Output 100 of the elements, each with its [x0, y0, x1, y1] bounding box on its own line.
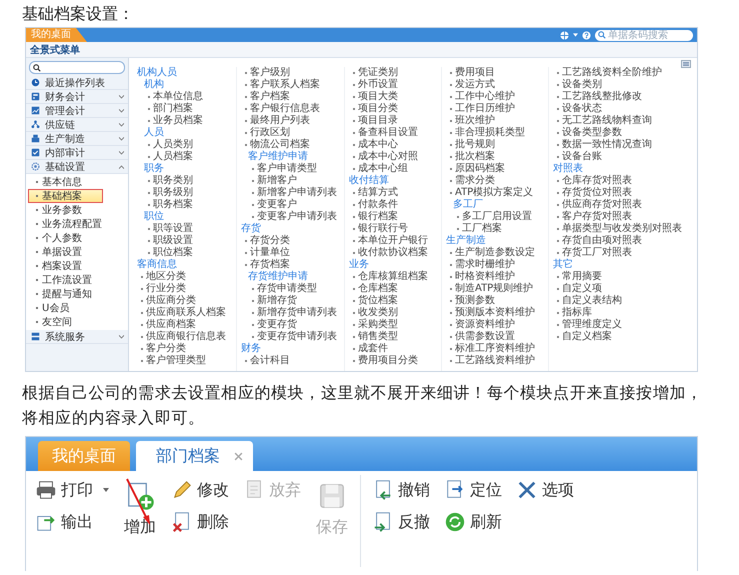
menu-item[interactable]: 设备类别: [557, 79, 602, 91]
menu-item[interactable]: 客户联系人档案: [245, 79, 320, 91]
menu-item[interactable]: 备查科目设置: [353, 127, 418, 139]
menu-item[interactable]: 自定义项: [557, 283, 602, 295]
toolbar-button[interactable]: 刷新: [441, 507, 505, 537]
menu-item[interactable]: 工艺路线资料全阶维护: [557, 67, 662, 79]
menu-item[interactable]: 批号规则: [450, 139, 495, 151]
menu-item[interactable]: 标准工序资料维护: [450, 343, 535, 355]
menu-item[interactable]: 职等设置: [148, 223, 193, 235]
menu-item[interactable]: 非合理损耗类型: [450, 127, 525, 139]
sidebar-item[interactable]: 生产制造: [26, 132, 128, 146]
sidebar-item[interactable]: 最近操作列表: [26, 76, 128, 90]
menu-item[interactable]: 人员类别: [148, 139, 193, 151]
menu-item[interactable]: 变更存货: [252, 319, 297, 331]
sidebar-item[interactable]: 基础设置: [26, 160, 128, 174]
menu-item[interactable]: 变更客户: [252, 199, 297, 211]
menu-item[interactable]: 存货自由项对照表: [557, 235, 642, 247]
menu-item[interactable]: 供应商联系人档案: [141, 307, 226, 319]
menu-item[interactable]: 客户管理类型: [141, 355, 206, 367]
menu-item[interactable]: 工作中心维护: [450, 91, 515, 103]
menu-item[interactable]: 最终用户列表: [245, 115, 310, 127]
menu-item[interactable]: 客户银行信息表: [245, 103, 320, 115]
menu-item[interactable]: 人员档案: [148, 151, 193, 163]
menu-item[interactable]: 收发类别: [353, 307, 398, 319]
menu-item[interactable]: 付款条件: [353, 199, 398, 211]
close-icon[interactable]: [234, 452, 243, 460]
sidebar-subitem[interactable]: 档案设置: [26, 259, 128, 273]
menu-item[interactable]: 无工艺路线物料查询: [557, 115, 652, 127]
menu-item[interactable]: 销售类型: [353, 331, 398, 343]
help-icon[interactable]: [582, 30, 591, 40]
menu-item[interactable]: 项目分类: [353, 103, 398, 115]
menu-item[interactable]: 成套件: [353, 343, 388, 355]
menu-item[interactable]: 行业分类: [141, 283, 186, 295]
toolbar-button[interactable]: 修改: [168, 475, 232, 505]
toolbar-button[interactable]: 删除: [168, 507, 232, 537]
menu-item[interactable]: 本单位信息: [148, 91, 203, 103]
toolbar-button[interactable]: 定位: [441, 475, 505, 505]
menu-item[interactable]: 时格资料维护: [450, 271, 515, 283]
menu-item[interactable]: 收付款协议档案: [353, 247, 428, 259]
menu-item[interactable]: 存货货位对照表: [557, 187, 632, 199]
menu-item[interactable]: 项目大类: [353, 91, 398, 103]
menu-item[interactable]: 行政区划: [245, 127, 290, 139]
menu-item[interactable]: 多工厂启用设置: [457, 211, 532, 223]
sidebar-subitem[interactable]: 业务参数: [26, 203, 128, 217]
sidebar-subitem[interactable]: 单据设置: [26, 245, 128, 259]
menu-item[interactable]: 工作日历维护: [450, 103, 515, 115]
menu-item[interactable]: 本单位开户银行: [353, 235, 428, 247]
menu-item[interactable]: 银行档案: [353, 211, 398, 223]
menu-item[interactable]: 供应商存货对照表: [557, 199, 642, 211]
toolbar-button[interactable]: 打印: [32, 475, 112, 505]
menu-item[interactable]: 工厂档案: [457, 223, 502, 235]
menu-item[interactable]: 工艺路线整批修改: [557, 91, 642, 103]
menu-item[interactable]: 管理维度定义: [557, 319, 622, 331]
menu-item[interactable]: 预测版本资料维护: [450, 307, 535, 319]
menu-item[interactable]: 计量单位: [245, 247, 290, 259]
menu-item[interactable]: 常用摘要: [557, 271, 602, 283]
menu-item[interactable]: 预测参数: [450, 295, 495, 307]
menu-item[interactable]: 设备状态: [557, 103, 602, 115]
menu-item[interactable]: 自定义表结构: [557, 295, 622, 307]
sidebar-subitem[interactable]: 基本信息: [26, 175, 128, 189]
toolbar-button[interactable]: 反撤: [369, 507, 433, 537]
search-field[interactable]: [29, 61, 125, 74]
menu-item[interactable]: 存货工厂对照表: [557, 247, 632, 259]
menu-item[interactable]: 变更客户申请列表: [252, 211, 337, 223]
sidebar-subitem[interactable]: 个人参数: [26, 231, 128, 245]
menu-item[interactable]: 资源资料维护: [450, 319, 515, 331]
caret-icon[interactable]: [103, 488, 109, 492]
menu-item[interactable]: 工艺路线资料维护: [450, 355, 535, 367]
menu-item[interactable]: 客户分类: [141, 343, 186, 355]
menu-item[interactable]: 原因码档案: [450, 163, 505, 175]
sidebar-item[interactable]: 管理会计: [26, 104, 128, 118]
sidebar-subitem[interactable]: 友空间: [26, 315, 128, 329]
tab[interactable]: 部门档案: [136, 441, 253, 471]
menu-item[interactable]: 存货档案: [245, 259, 290, 271]
menu-item[interactable]: 存货分类: [245, 235, 290, 247]
menu-item[interactable]: 外币设置: [353, 79, 398, 91]
sidebar-subitem[interactable]: 基础档案: [28, 189, 103, 203]
toolbar-button[interactable]: 输出: [32, 507, 112, 537]
menu-item[interactable]: 仓库存货对照表: [557, 175, 632, 187]
sidebar-subitem[interactable]: 业务流程配置: [26, 217, 128, 231]
menu-item[interactable]: 物流公司档案: [245, 139, 310, 151]
menu-item[interactable]: ATP模拟方案定义: [450, 187, 534, 199]
menu-item[interactable]: 发运方式: [450, 79, 495, 91]
menu-item[interactable]: 变更存货申请列表: [252, 331, 337, 343]
menu-item[interactable]: 职务类别: [148, 175, 193, 187]
menu-item[interactable]: 部门档案: [148, 103, 193, 115]
menu-item[interactable]: 客户申请类型: [252, 163, 317, 175]
toolbar-button[interactable]: 增加: [120, 475, 160, 544]
menu-item[interactable]: 银行联行号: [353, 223, 408, 235]
menu-item[interactable]: 需求分类: [450, 175, 495, 187]
menu-item[interactable]: 指标库: [557, 307, 592, 319]
menu-item[interactable]: 业务员档案: [148, 115, 203, 127]
menu-item[interactable]: 客户存货对照表: [557, 211, 632, 223]
sidebar-item[interactable]: 财务会计: [26, 90, 128, 104]
menu-item[interactable]: 设备台账: [557, 151, 602, 163]
menu-item[interactable]: 凭证类别: [353, 67, 398, 79]
menu-item[interactable]: 自定义档案: [557, 331, 612, 343]
menu-item[interactable]: 地区分类: [141, 271, 186, 283]
menu-item[interactable]: 供应商分类: [141, 295, 196, 307]
menu-item[interactable]: 批次档案: [450, 151, 495, 163]
